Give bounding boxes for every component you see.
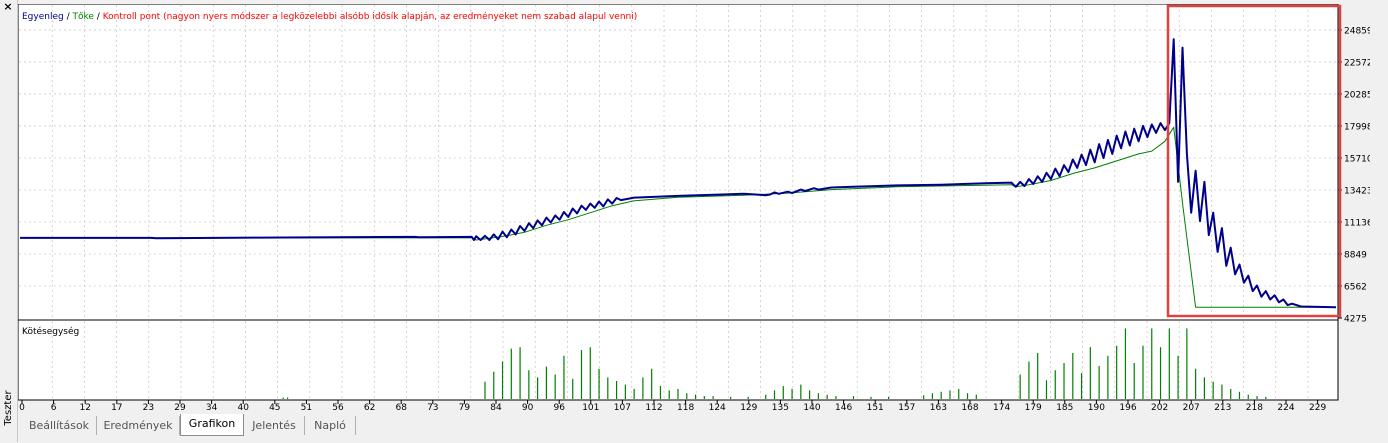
balance-chart: Egyenleg / Tőke / Kontroll pont (nagyon … [17, 3, 1373, 413]
tab-report[interactable]: Jelentés [244, 416, 305, 435]
x-tick-label: 12 [79, 403, 90, 412]
x-tick-label: 146 [835, 403, 852, 412]
x-tick-label: 29 [174, 403, 186, 412]
x-tick-label: 168 [961, 403, 978, 412]
y-tick-label: 4275 [1344, 315, 1367, 325]
x-tick-label: 190 [1088, 403, 1105, 412]
main-plot-frame [17, 3, 1339, 321]
chart-legend: Egyenleg / Tőke / Kontroll pont (nagyon … [22, 11, 637, 22]
x-tick-label: 140 [803, 403, 820, 412]
tab-journal[interactable]: Napló [305, 416, 356, 435]
x-tick-label: 23 [143, 403, 154, 412]
x-tick-label: 129 [740, 403, 757, 412]
x-axis-ticks: 0 6 12 17 23 29 34 40 45 51 56 62 68 73 79 84 90 96 101 107… [19, 400, 1326, 413]
x-tick-label: 196 [1119, 403, 1136, 412]
x-tick-label: 112 [645, 403, 662, 412]
y-tick-label: 22572 [1344, 58, 1370, 68]
tester-tab-bar: Beállítások Eredmények Grafikon Jelentés… [18, 414, 1388, 438]
x-tick-label: 207 [1183, 403, 1200, 412]
legend-separator: / [94, 12, 103, 22]
x-tick-label: 68 [395, 403, 407, 412]
x-tick-label: 179 [1025, 403, 1042, 412]
close-icon[interactable]: × [0, 0, 16, 14]
x-tick-label: 107 [614, 403, 631, 412]
chart-area: Egyenleg / Tőke / Kontroll pont (nagyon … [17, 3, 1373, 416]
x-tick-label: 101 [582, 403, 599, 412]
x-tick-label: 90 [522, 403, 534, 412]
y-tick-label: 20285 [1344, 90, 1370, 100]
x-tick-label: 73 [427, 403, 438, 412]
tab-graph[interactable]: Grafikon [180, 414, 244, 436]
x-tick-label: 45 [269, 403, 280, 412]
y-tick-label: 13423 [1344, 186, 1370, 196]
x-tick-label: 124 [709, 403, 726, 412]
tab-settings[interactable]: Beállítások [22, 416, 97, 435]
lot-plot-frame [17, 319, 1339, 401]
y-tick-label: 24859 [1344, 26, 1370, 36]
x-tick-label: 34 [206, 403, 218, 412]
x-tick-label: 17 [111, 403, 122, 412]
tester-side-panel: × Teszter [0, 0, 18, 442]
x-tick-label: 151 [867, 403, 884, 412]
y-axis-ticks: 24859 22572 20285 17998 15710 13423 11136 8849 6… [1338, 26, 1373, 325]
y-tick-label: 17998 [1344, 122, 1370, 132]
x-tick-label: 174 [993, 403, 1010, 412]
legend-control-point: Kontroll pont (nagyon nyers módszer a le… [103, 11, 638, 22]
x-tick-label: 218 [1246, 403, 1263, 412]
x-tick-label: 62 [364, 403, 375, 412]
x-tick-label: 118 [677, 403, 694, 412]
x-tick-label: 56 [332, 403, 344, 412]
x-tick-label: 51 [301, 403, 312, 412]
x-tick-label: 202 [1151, 403, 1168, 412]
x-tick-label: 135 [772, 403, 789, 412]
tester-side-label: Teszter [3, 390, 14, 426]
x-tick-label: 6 [51, 403, 57, 412]
legend-equity: Tőke [71, 12, 94, 22]
x-tick-label: 163 [930, 403, 947, 412]
x-tick-label: 0 [19, 403, 25, 412]
x-tick-label: 157 [898, 403, 915, 412]
y-tick-label: 6562 [1344, 282, 1367, 292]
x-tick-label: 185 [1056, 403, 1073, 412]
legend-balance: Egyenleg [22, 12, 64, 22]
y-tick-label: 11136 [1344, 218, 1370, 228]
tab-results[interactable]: Eredmények [97, 416, 180, 435]
x-tick-label: 79 [459, 403, 471, 412]
y-tick-label: 8849 [1344, 250, 1367, 260]
x-tick-label: 213 [1214, 403, 1231, 412]
y-tick-label: 15710 [1344, 154, 1370, 164]
x-tick-label: 96 [553, 403, 565, 412]
lot-label: Kötésegység [22, 326, 79, 337]
legend-separator: / [64, 12, 73, 22]
x-tick-label: 40 [237, 403, 249, 412]
x-tick-label: 84 [490, 403, 502, 412]
x-tick-label: 224 [1277, 403, 1294, 412]
x-tick-label: 229 [1309, 403, 1326, 412]
